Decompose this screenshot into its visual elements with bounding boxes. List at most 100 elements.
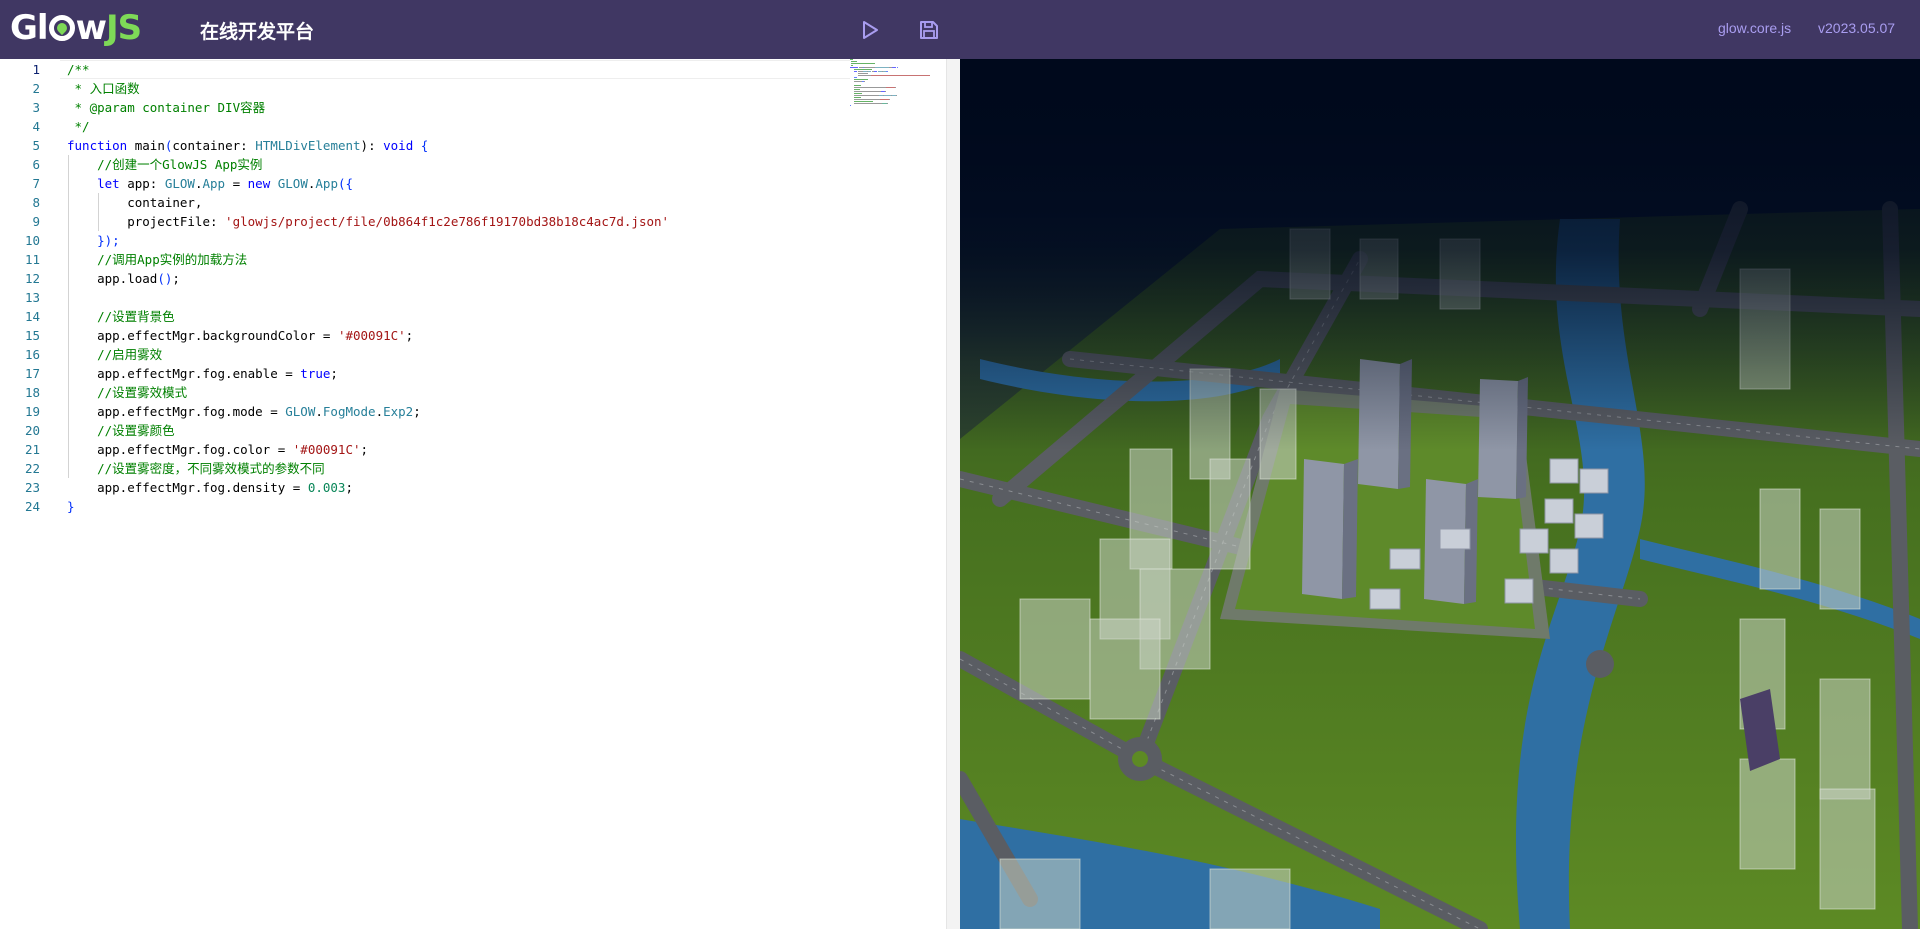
code-line[interactable]: app.effectMgr.fog.color = '#00091C'; [67, 440, 368, 459]
code-token: true [300, 366, 331, 381]
run-button[interactable] [858, 18, 882, 42]
glowjs-logo[interactable]: Gl w JS [10, 8, 142, 48]
core-js-link[interactable]: glow.core.js [1718, 20, 1791, 36]
platform-title: 在线开发平台 [200, 21, 315, 43]
code-line[interactable]: app.effectMgr.fog.mode = GLOW.FogMode.Ex… [67, 402, 421, 421]
code-token: /** [67, 62, 90, 77]
version-label: v2023.05.07 [1818, 20, 1896, 36]
logo-o-icon [48, 15, 75, 41]
line-number: 8 [32, 195, 40, 210]
scene-3d-viewport[interactable] [960, 59, 1920, 929]
line-number: 14 [24, 309, 40, 324]
code-token: '#00091C' [292, 442, 361, 457]
code-token: FogMode [322, 404, 376, 419]
logo-text-gl: Gl [10, 8, 49, 48]
code-line[interactable]: app.effectMgr.fog.enable = true; [67, 364, 338, 383]
code-line[interactable]: * @param container DIV容器 [67, 98, 266, 117]
code-line[interactable]: }); [67, 231, 120, 250]
line-number: 7 [32, 176, 40, 191]
code-line[interactable]: //调用App实例的加载方法 [67, 250, 247, 269]
code-token: ): [360, 138, 384, 153]
indent-guide [98, 193, 100, 231]
code-token: Exp2 [383, 404, 414, 419]
line-number: 20 [24, 423, 40, 438]
code-line[interactable]: app.effectMgr.backgroundColor = '#00091C… [67, 326, 413, 345]
line-number: 19 [24, 404, 40, 419]
code-token: let [97, 176, 120, 191]
code-line[interactable]: //启用雾效 [67, 345, 162, 364]
line-number-gutter: 1 2 3 4 5 6 7 8 9 10 11 12 13 14 15 16 17 18 19 20 21 22 23 24 [0, 59, 60, 929]
code-token: app.effectMgr.fog.density = [67, 480, 308, 495]
code-token: . [315, 404, 323, 419]
code-line[interactable]: //设置背景色 [67, 307, 175, 326]
code-line[interactable]: } [67, 497, 75, 516]
line-number: 11 [24, 252, 40, 267]
code-token: container, [67, 195, 203, 210]
code-token: () [157, 271, 173, 286]
code-line[interactable]: app.load(); [67, 269, 180, 288]
code-token: //设置背景色 [67, 309, 175, 324]
code-token: main [127, 138, 165, 153]
code-editor[interactable]: 1 2 3 4 5 6 7 8 9 10 11 12 13 14 15 16 17 18 19 20 21 22 23 24 … [0, 59, 946, 929]
line-number: 4 [32, 119, 40, 134]
code-line[interactable]: //创建一个GlowJS App实例 [67, 155, 262, 174]
code-token: GLOW [285, 404, 316, 419]
code-token: GLOW [277, 176, 308, 191]
save-button[interactable] [917, 18, 941, 42]
line-number: 15 [24, 328, 40, 343]
line-number: 5 [32, 138, 40, 153]
code-token: //创建一个GlowJS App实例 [67, 157, 263, 172]
code-token: } [67, 499, 75, 514]
code-token: 'glowjs/project/file/0b864f1c2e786f19170… [225, 214, 670, 229]
line-number: 12 [24, 271, 40, 286]
code-token: ; [360, 442, 369, 457]
code-line[interactable]: app.effectMgr.fog.density = 0.003; [67, 478, 353, 497]
code-line[interactable]: //设置雾密度，不同雾效模式的参数不同 [67, 459, 325, 478]
code-token: ; [405, 328, 414, 343]
line-number: 9 [32, 214, 40, 229]
code-token: //设置雾颜色 [67, 423, 175, 438]
code-line[interactable]: projectFile: 'glowjs/project/file/0b864f… [67, 212, 669, 231]
line-number: 6 [32, 157, 40, 172]
code-token: * @param container DIV容器 [67, 100, 266, 115]
code-token: GLOW [164, 176, 195, 191]
indent-guide [68, 155, 69, 478]
code-token: app: [119, 176, 165, 191]
line-number: 3 [32, 100, 40, 115]
code-line[interactable]: /** [67, 60, 90, 79]
line-number: 2 [32, 81, 40, 96]
code-token: //设置雾效模式 [67, 385, 188, 400]
code-token: //设置雾密度，不同雾效模式的参数不同 [67, 461, 325, 476]
code-token: */ [67, 119, 90, 134]
code-token: ; [413, 404, 421, 419]
editor-scrollbar[interactable] [946, 59, 960, 929]
code-line[interactable]: */ [67, 117, 90, 136]
line-number: 24 [24, 499, 40, 514]
code-token: app.effectMgr.fog.enable = [67, 366, 301, 381]
code-area[interactable]: /** * 入口函数 * @param container DIV容器 */ fu… [67, 59, 946, 929]
line-number: 22 [24, 461, 40, 476]
code-token: app.effectMgr.fog.color = [67, 442, 293, 457]
code-token: new [247, 176, 271, 191]
code-line[interactable]: * 入口函数 [67, 79, 140, 98]
line-number: 23 [24, 480, 40, 495]
line-number: 10 [24, 233, 40, 248]
line-number: 16 [24, 347, 40, 362]
line-number: 17 [24, 366, 40, 381]
code-token: app.load [67, 271, 158, 286]
code-token: projectFile: [67, 214, 226, 229]
code-token: = [225, 176, 248, 191]
code-line[interactable]: container, [67, 193, 202, 212]
code-line[interactable]: //设置雾效模式 [67, 383, 187, 402]
code-line[interactable]: let app: GLOW.App = new GLOW.App({ [67, 174, 353, 193]
code-token: //启用雾效 [67, 347, 163, 362]
code-token: . [375, 404, 384, 419]
code-token: //调用App实例的加载方法 [67, 252, 248, 267]
code-line[interactable]: //设置雾颜色 [67, 421, 175, 440]
top-bar: Gl w JS 在线开发平台 glow.core.js v2023.05.07 [0, 0, 1920, 59]
code-line[interactable]: function main(container: HTMLDivElement)… [67, 136, 428, 155]
code-token: void [383, 138, 414, 153]
code-minimap[interactable] [850, 59, 930, 114]
